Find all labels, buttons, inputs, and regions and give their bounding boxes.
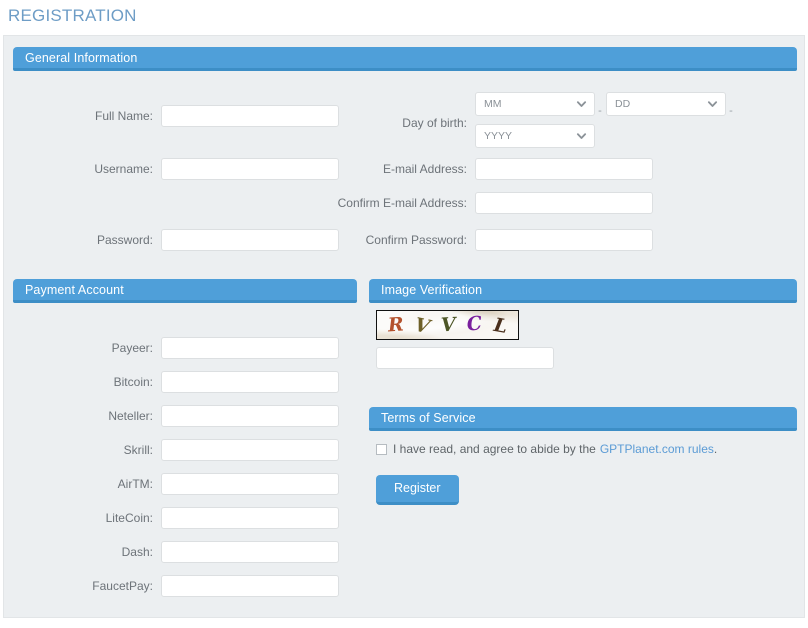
field-row-dash: Dash: [13,541,339,563]
skrill-input[interactable] [161,439,339,461]
field-row-confirm-password: Confirm Password: [331,229,653,251]
label-airtm: AirTM: [117,477,153,491]
birth-month-select-value[interactable]: MM [475,92,595,116]
field-row-skrill: Skrill: [13,439,339,461]
username-input[interactable] [161,158,339,180]
label-faucetpay: FaucetPay: [92,579,153,593]
email-input[interactable] [475,158,653,180]
panel-general-information-body: Full Name: Username: Password: Day of bi… [13,71,797,251]
label-litecoin: LiteCoin: [105,511,153,525]
field-row-username: Username: [13,158,339,180]
field-row-faucetpay: FaucetPay: [13,575,339,597]
bitcoin-input[interactable] [161,371,339,393]
birth-year-select-value[interactable]: YYYY [475,124,595,148]
faucetpay-input[interactable] [161,575,339,597]
airtm-input[interactable] [161,473,339,495]
label-full-name: Full Name: [94,109,153,123]
field-row-bitcoin: Bitcoin: [13,371,339,393]
payeer-input[interactable] [161,337,339,359]
panel-payment-account-body: Payeer: Bitcoin: Neteller: Skrill: AirTM: Lit… [13,303,357,603]
label-email: E-mail Address: [382,162,467,176]
captcha-image: RVVCL [376,310,519,340]
birth-year-select[interactable]: YYYY [475,124,595,148]
label-password: Password: [96,233,153,247]
terms-agree-text: I have read, and agree to abide by the [393,442,596,456]
label-skrill: Skrill: [123,443,153,457]
label-neteller: Neteller: [108,409,153,423]
birth-separator-2: - [729,105,733,117]
terms-agree-checkbox[interactable] [376,443,387,455]
label-username: Username: [94,162,153,176]
captcha-letter-5: L [491,313,509,338]
page-title: REGISTRATION [8,6,137,25]
panel-general-information: General Information Full Name: Username:… [13,47,797,251]
field-row-payeer: Payeer: [13,337,339,359]
field-row-neteller: Neteller: [13,405,339,427]
captcha-letters: RVVCL [377,311,518,339]
panel-payment-account-title: Payment Account [13,279,357,303]
captcha-letter-3: V [440,313,457,336]
field-row-day-of-birth: Day of birth: [331,116,475,130]
panel-image-verification-body: RVVCL [369,303,797,393]
panel-general-information-title: General Information [13,47,797,71]
field-row-password: Password: [13,229,339,251]
full-name-input[interactable] [161,105,339,127]
litecoin-input[interactable] [161,507,339,529]
dash-input[interactable] [161,541,339,563]
panel-terms-of-service-title: Terms of Service [369,407,797,431]
captcha-letter-4: C [466,311,484,336]
captcha-letter-1: R [386,312,405,337]
terms-agreement-row: I have read, and agree to abide by the G… [376,442,717,456]
field-row-confirm-email: Confirm E-mail Address: [331,192,653,214]
captcha-answer-input[interactable] [376,347,554,369]
field-row-litecoin: LiteCoin: [13,507,339,529]
registration-form-container: General Information Full Name: Username:… [3,35,805,618]
register-button[interactable]: Register [376,475,459,505]
panel-image-verification: Image Verification RVVCL [369,279,797,393]
panel-terms-of-service: Terms of Service I have read, and agree … [369,407,797,571]
captcha-letter-2: V [412,313,432,338]
birth-day-select-value[interactable]: DD [606,92,726,116]
birth-month-select[interactable]: MM [475,92,595,116]
birth-separator-1: - [598,105,602,117]
panel-payment-account: Payment Account Payeer: Bitcoin: Neteller:… [13,279,357,603]
birth-day-select[interactable]: DD [606,92,726,116]
field-row-full-name: Full Name: [13,105,339,127]
terms-agree-text-suffix: . [713,442,718,456]
panel-image-verification-title: Image Verification [369,279,797,303]
field-row-airtm: AirTM: [13,473,339,495]
password-input[interactable] [161,229,339,251]
label-dash: Dash: [121,545,153,559]
label-confirm-email: Confirm E-mail Address: [337,196,467,210]
label-bitcoin: Bitcoin: [113,375,153,389]
label-day-of-birth: Day of birth: [402,116,467,130]
neteller-input[interactable] [161,405,339,427]
gptplanet-rules-link[interactable]: GPTPlanet.com rules [600,442,714,456]
panel-terms-of-service-body: I have read, and agree to abide by the G… [369,431,797,571]
confirm-email-input[interactable] [475,192,653,214]
field-row-email: E-mail Address: [331,158,653,180]
label-payeer: Payeer: [111,341,153,355]
label-confirm-password: Confirm Password: [365,233,467,247]
confirm-password-input[interactable] [475,229,653,251]
